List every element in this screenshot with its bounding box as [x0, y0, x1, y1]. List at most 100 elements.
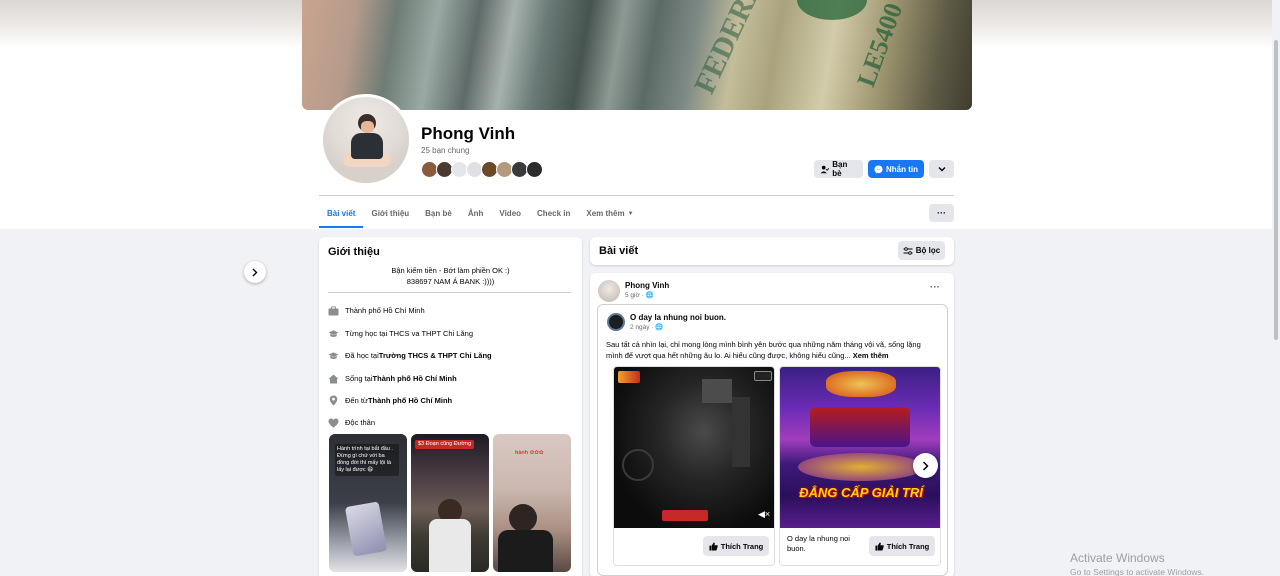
intro-item-from-link[interactable]: Thành phố Hồ Chí Minh: [368, 396, 452, 405]
tab-friends-label: Bạn bè: [425, 209, 452, 218]
friend-check-icon: [820, 165, 830, 173]
tab-videos-label: Video: [499, 209, 522, 218]
caret-down-icon: ▼: [627, 210, 634, 217]
watermark-subtitle: Go to Settings to activate Windows.: [1070, 567, 1205, 576]
ellipsis-icon: ···: [937, 208, 946, 218]
bio-line-2: 838697 NAM Á BANK :)))): [406, 277, 495, 286]
story-person-body: [429, 519, 471, 572]
intro-card: Giới thiệu Bận kiếm tiền - Bớt làm phiền…: [319, 237, 582, 576]
mute-icon[interactable]: ◀×: [758, 509, 770, 520]
tab-photos-label: Ảnh: [467, 209, 484, 218]
intro-item-school-link[interactable]: Trường THCS & THPT Chi Lăng: [379, 351, 492, 360]
friends-button[interactable]: Bạn bè: [814, 160, 863, 178]
profile-tabs: Bài viết Giới thiệu Bạn bè Ảnh Video Che…: [319, 199, 642, 228]
tab-see-more[interactable]: Xem thêm ▼: [578, 199, 641, 228]
story-person-body: [498, 530, 553, 572]
intro-item-relationship: Độc thân: [328, 417, 375, 428]
vending-machine-shape: [732, 397, 750, 467]
page-scrollbar[interactable]: [1272, 0, 1280, 576]
like-page-button[interactable]: Thích Trang: [869, 536, 935, 556]
cover-seal-shape: [797, 0, 867, 20]
story-person-head: [509, 504, 537, 532]
messenger-icon: [874, 164, 883, 174]
like-page-label: Thích Trang: [886, 541, 930, 551]
carousel-card-label: O day la nhung noi buon.: [787, 534, 850, 553]
tab-photos[interactable]: Ảnh: [460, 199, 492, 228]
featured-stories: Hành trình tại bắt đầu . Đừng gì chứ với…: [329, 434, 571, 572]
casino-logo-shape: [826, 371, 896, 397]
carousel-card-image: ◀×: [614, 367, 774, 528]
header-divider: [319, 195, 954, 196]
shared-post-timestamp[interactable]: 2 ngày · 🌐: [630, 323, 663, 331]
tab-posts[interactable]: Bài viết: [319, 199, 364, 228]
shared-post: O day la nhung noi buon. 2 ngày · 🌐 Sau …: [597, 304, 948, 576]
intro-item-studied-text: Từng học tại THCS va THPT Chi Lăng: [345, 329, 473, 338]
bicycle-wheel-shape: [622, 449, 654, 481]
mutual-friend-avatar[interactable]: [526, 161, 543, 178]
tab-about-label: Giới thiệu: [371, 209, 410, 218]
tab-checkins-label: Check in: [537, 209, 571, 218]
featured-story[interactable]: Hành trình tại bắt đầu . Đừng gì chứ với…: [329, 434, 407, 572]
tabs-more-button[interactable]: ···: [929, 204, 954, 222]
cover-photo[interactable]: FEDERAL LE5400: [302, 0, 972, 110]
intro-item-school: Đã học tại Trường THCS & THPT Chi Lăng: [328, 350, 492, 361]
bio-line-1: Bận kiếm tiền - Bớt làm phiền OK :): [391, 266, 510, 275]
stories-next-button[interactable]: [244, 261, 266, 283]
story-phone-image: [344, 501, 388, 557]
cover-banknote-serial: LE5400: [851, 0, 909, 91]
intro-item-studied: Từng học tại THCS va THPT Chi Lăng: [328, 328, 473, 339]
scrollbar-thumb[interactable]: [1274, 40, 1278, 340]
profile-avatar[interactable]: [320, 94, 412, 186]
tab-videos[interactable]: Video: [491, 199, 529, 228]
home-icon: [328, 373, 339, 384]
chevron-right-icon: [252, 268, 258, 276]
message-button-label: Nhắn tin: [886, 164, 918, 174]
tab-see-more-label: Xem thêm: [586, 209, 625, 218]
story-caption: Hành trình tại bắt đầu . Đừng gì chứ với…: [335, 444, 399, 476]
profile-more-dropdown[interactable]: [929, 160, 954, 178]
post-timestamp[interactable]: 5 giờ · 🌐: [625, 291, 654, 299]
profile-name: Phong Vinh: [421, 124, 516, 143]
posts-title: Bài viết: [599, 245, 639, 257]
location-pin-icon: [328, 395, 339, 406]
intro-item-lives: Sống tại Thành phố Hồ Chí Minh: [328, 373, 457, 384]
game-banner-text: ĐẲNG CẤP GIẢI TRÍ: [799, 485, 923, 500]
tab-checkins[interactable]: Check in: [529, 199, 578, 228]
mutual-friends-avatars[interactable]: [421, 161, 543, 178]
intro-item-work-text: Thành phố Hồ Chí Minh: [345, 306, 425, 315]
sign-shape: [702, 379, 732, 403]
filter-button[interactable]: Bộ lọc: [898, 241, 945, 260]
filter-sliders-icon: [903, 246, 913, 255]
chevron-right-icon: [922, 460, 929, 471]
tab-about[interactable]: Giới thiệu: [363, 199, 417, 228]
carousel-card[interactable]: ◀× Thích Trang: [613, 366, 775, 566]
tab-friends[interactable]: Bạn bè: [417, 199, 460, 228]
intro-item-from: Đến từ Thành phố Hồ Chí Minh: [328, 395, 452, 406]
carousel-next-button[interactable]: [913, 453, 938, 478]
graduation-cap-icon: [328, 350, 339, 361]
mutual-friends-count[interactable]: 25 bạn chung: [421, 146, 470, 155]
intro-item-work: Thành phố Hồ Chí Minh: [328, 305, 425, 316]
chevron-down-icon: [938, 167, 945, 172]
intro-title: Giới thiệu: [328, 246, 380, 258]
posts-header: Bài viết Bộ lọc: [590, 237, 954, 265]
post-author-name[interactable]: Phong Vinh: [625, 281, 669, 290]
shared-page-name[interactable]: O day la nhung noi buon.: [630, 313, 726, 322]
cover-banknote-text: FEDERAL: [687, 0, 779, 99]
friends-button-label: Bạn bè: [832, 160, 848, 178]
intro-item-lives-link[interactable]: Thành phố Hồ Chí Minh: [373, 374, 457, 383]
featured-story[interactable]: hành ✿✿✿: [493, 434, 571, 572]
tab-posts-label: Bài viết: [327, 209, 356, 218]
shared-post-text: Sau tất cả nhìn lại, chỉ mong lòng mình …: [606, 339, 936, 361]
message-button[interactable]: Nhắn tin: [868, 160, 924, 178]
slot-machine-shape: [810, 407, 910, 447]
shared-page-avatar[interactable]: [607, 313, 625, 331]
see-more-link[interactable]: Xem thêm: [853, 351, 889, 360]
post-author-avatar[interactable]: [598, 280, 620, 302]
intro-item-from-prefix: Đến từ: [345, 396, 368, 405]
featured-story[interactable]: $3 Đoạn cũng Đường: [411, 434, 489, 572]
bio-text: Bận kiếm tiền - Bớt làm phiền OK :) 8386…: [319, 265, 582, 287]
windows-activation-watermark: Activate Windows Go to Settings to activ…: [1070, 551, 1204, 576]
like-page-button[interactable]: Thích Trang: [703, 536, 769, 556]
post-options-icon[interactable]: ···: [930, 282, 940, 293]
